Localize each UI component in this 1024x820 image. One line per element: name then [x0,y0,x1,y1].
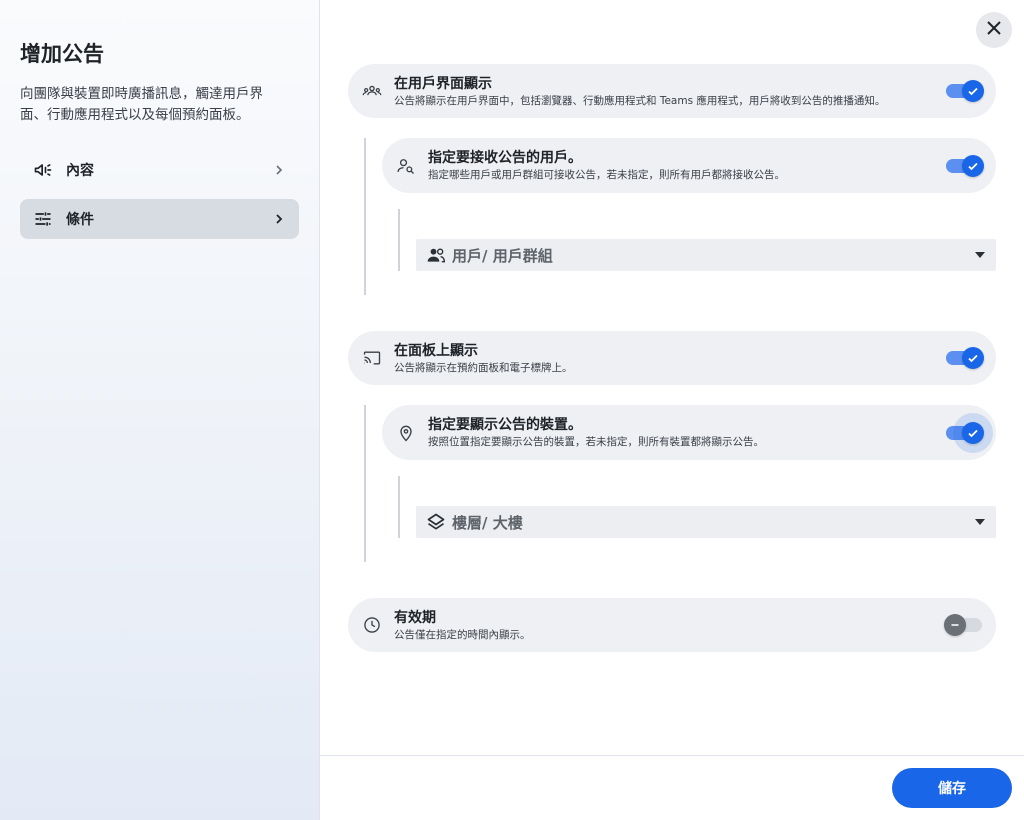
section-title: 指定要顯示公告的裝置。 [428,417,582,433]
nesting-line [364,138,366,295]
sidebar-item-label: 條件 [66,212,94,228]
check-icon [968,354,978,363]
section-subtitle: 按照位置指定要顯示公告的裝置，若未指定，則所有裝置都將顯示公告。 [428,436,764,448]
show-in-ui-toggle[interactable] [946,80,984,102]
check-icon [968,429,978,437]
section-title: 指定要接收公告的用戶。 [428,150,582,166]
layers-icon [426,512,446,532]
nesting-line [398,476,400,538]
validity-card: 有效期 公告僅在指定的時間內顯示。 [348,598,996,652]
toggle-knob [962,154,984,177]
conditions-panel: 在用戶界面顯示 公告將顯示在用戶界面中，包括瀏覽器、行動應用程式和 Teams … [320,0,1024,755]
chevron-right-icon [271,162,287,178]
nesting-line [364,405,366,562]
sidebar-item-content[interactable]: 內容 [20,150,299,190]
section-subtitle: 公告僅在指定的時間內顯示。 [394,628,531,641]
check-icon [968,162,978,170]
sidebar-item-label: 內容 [66,163,94,179]
section-subtitle: 指定哪些用戶或用戶群組可接收公告，若未指定，則所有用戶都將接收公告。 [428,169,785,181]
sidebar: 增加公告 向團隊與裝置即時廣播訊息，觸達用戶界面、行動應用程式以及每個預約面板。… [0,0,320,820]
people-icon [426,245,446,265]
caret-down-icon [964,519,996,525]
select-placeholder: 樓層/ 大樓 [452,513,523,532]
save-button[interactable]: 儲存 [892,768,1012,808]
groups-icon [360,79,384,103]
sidebar-item-conditions[interactable]: 條件 [20,199,299,239]
toggle-knob [962,421,984,444]
select-placeholder: 用戶/ 用戶群組 [452,246,553,265]
check-icon [968,87,978,96]
toggle-knob [944,614,966,636]
validity-toggle[interactable] [944,614,982,636]
caret-down-icon [964,252,996,258]
person-search-icon [394,154,418,178]
minus-icon [951,624,959,626]
specify-users-toggle[interactable] [946,154,984,177]
section-title: 在用戶界面顯示 [394,75,492,92]
section-subtitle: 公告將顯示在用戶界面中，包括瀏覽器、行動應用程式和 Teams 應用程式，用戶將… [394,94,886,107]
floor-building-select[interactable]: 樓層/ 大樓 [416,506,996,538]
nesting-line [398,209,400,271]
toggle-knob [962,347,984,369]
section-subtitle: 公告將顯示在預約面板和電子標牌上。 [394,361,573,374]
megaphone-icon [32,159,54,181]
show-in-ui-card: 在用戶界面顯示 公告將顯示在用戶界面中，包括瀏覽器、行動應用程式和 Teams … [348,64,996,118]
dialog-description: 向團隊與裝置即時廣播訊息，觸達用戶界面、行動應用程式以及每個預約面板。 [20,86,263,123]
cast-icon [360,346,384,370]
section-title: 在面板上顯示 [394,342,478,359]
show-on-panel-toggle[interactable] [946,347,984,369]
toggle-knob [962,80,984,102]
dialog-title: 增加公告 [20,42,104,66]
tune-icon [32,208,54,230]
dialog-footer: 儲存 [320,755,1024,820]
user-group-select[interactable]: 用戶/ 用戶群組 [416,239,996,271]
chevron-right-icon [271,211,287,227]
section-title: 有效期 [394,609,436,626]
specify-devices-toggle[interactable] [946,412,993,453]
specify-users-card: 指定要接收公告的用戶。 指定哪些用戶或用戶群組可接收公告，若未指定，則所有用戶都… [382,138,996,193]
specify-devices-card: 指定要顯示公告的裝置。 按照位置指定要顯示公告的裝置，若未指定，則所有裝置都將顯… [382,405,996,460]
show-on-panel-card: 在面板上顯示 公告將顯示在預約面板和電子標牌上。 [348,331,996,385]
clock-icon [360,613,384,637]
location-pin-icon [394,421,418,445]
